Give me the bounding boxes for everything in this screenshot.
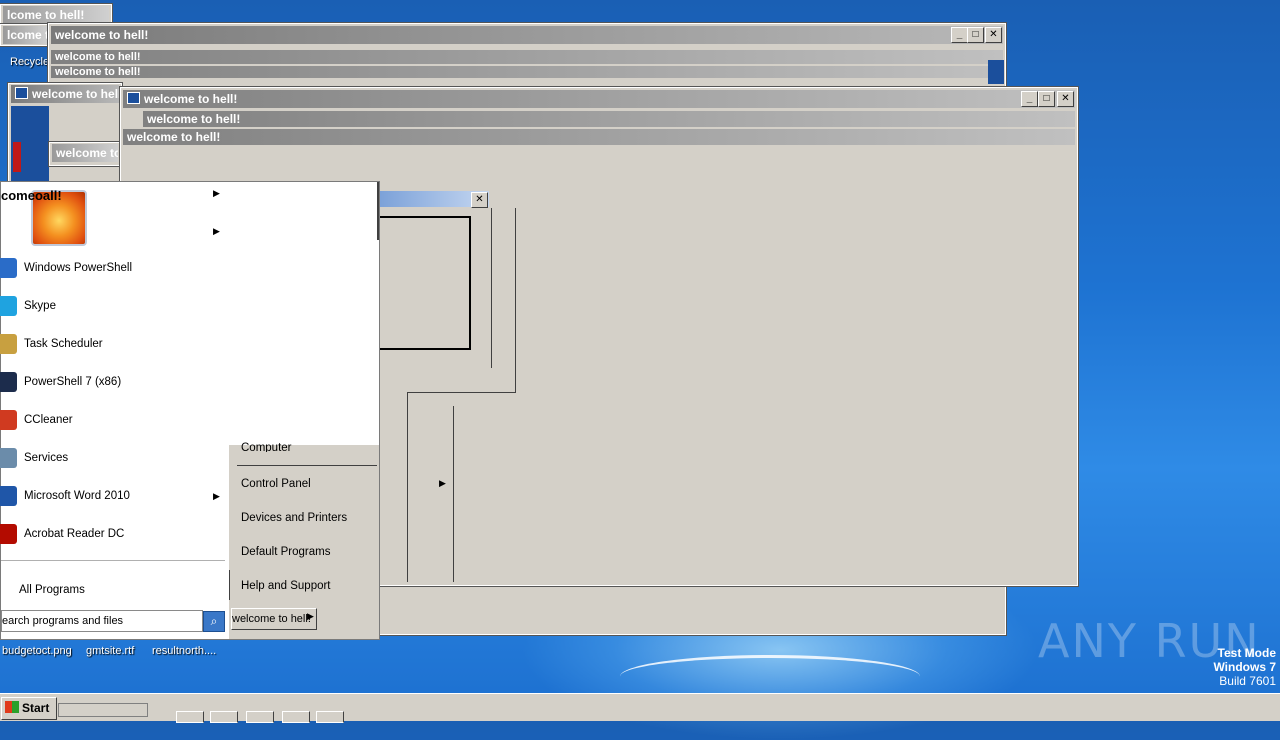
windows-logo-icon [5,701,19,713]
spam-window-title: welcome to hell! [11,85,119,103]
start-menu-item-label: Skype [24,300,56,312]
powershell7-icon [0,372,17,392]
skype-icon [0,296,17,316]
spam-window-small[interactable]: welcome to [48,141,122,167]
main-window-titlebar: welcome to hell! [123,90,1075,108]
start-menu-item[interactable]: PowerShell 7 (x86) [0,364,227,400]
separator [237,465,377,466]
recycle-bin-label[interactable]: Recycle [10,56,49,68]
spam-window-title: welcome to hell! [51,66,1003,78]
desktop-fragment [13,142,21,172]
start-button[interactable]: Start [1,697,57,720]
search-input[interactable]: earch programs and files [1,610,203,632]
separator [1,560,225,561]
start-menu-item-label: Task Scheduler [24,338,103,350]
taskbar-button[interactable] [316,711,344,723]
desktop-file-2[interactable]: gmtsite.rtf [86,645,134,657]
maximize-button[interactable]: □ [1038,91,1055,107]
computer-link[interactable]: Computer [241,442,292,452]
window-edge [377,182,379,244]
wallpaper-streak [620,655,920,698]
spam-window-title: welcome to hell! [143,111,1075,127]
start-menu-item[interactable]: Services [0,440,227,476]
start-menu-item[interactable]: Microsoft Word 2010 ▶ [0,478,227,514]
window-title-text: welcome to hell! [144,92,238,106]
start-menu-item-label: Acrobat Reader DC [24,528,125,540]
help-support-link[interactable]: Help and Support [241,580,331,592]
gears-icon [0,448,17,468]
test-mode-text: Test Mode Windows 7 Build 7601 [1196,646,1276,688]
shutdown-button[interactable]: welcome to hell! [231,608,317,630]
dialog-frame [377,216,471,350]
submenu-arrow-icon: ▶ [213,226,220,236]
submenu-arrow-icon: ▶ [213,491,220,501]
window-edge [407,392,515,393]
window-edge [453,406,454,582]
separator [229,570,230,600]
minimize-button[interactable]: _ [951,27,968,43]
windows-version-line: Windows 7 [1213,660,1276,674]
default-programs-link[interactable]: Default Programs [241,546,330,558]
window-app-icon [127,92,140,104]
window-edge [515,208,516,393]
arrow-right-icon: ▶ [439,478,446,488]
start-menu-item[interactable]: Windows PowerShell [0,250,227,286]
start-menu-item-label: Services [24,452,69,464]
shutdown-label: welcome to hell! [232,613,311,625]
window-title-text: welcome to hell! [32,87,119,101]
spam-window-title: lcome to hell! [3,26,47,44]
devices-printers-link[interactable]: Devices and Printers [241,512,347,524]
close-button[interactable]: ✕ [985,27,1002,43]
start-menu-item-label: PowerShell 7 (x86) [24,376,122,388]
taskbar-button[interactable] [246,711,274,723]
start-label: Start [22,701,50,715]
shutdown-arrow-icon[interactable]: ▶ [307,611,314,622]
minimize-button[interactable]: _ [1021,91,1038,107]
desktop-file-1[interactable]: budgetoct.png [2,645,72,657]
spam-window-2[interactable]: lcome to hell! [0,23,51,47]
search-icon[interactable]: ⌕ [203,611,225,632]
control-panel-link[interactable]: Control Panel [241,478,311,490]
start-menu-item[interactable]: Skype [0,288,227,324]
taskbar: Start [0,693,1280,723]
close-button[interactable]: ✕ [1057,91,1074,107]
build-line: Build 7601 [1219,674,1276,688]
spam-window-title: welcome to hell! [51,50,1003,64]
powershell-icon [0,258,17,278]
start-menu-item-label: Microsoft Word 2010 [24,490,130,502]
window-edge [407,392,408,582]
taskbar-button[interactable] [210,711,238,723]
acrobat-icon [0,524,17,544]
clock-icon [0,334,17,354]
start-menu-item-label: Windows PowerShell [24,262,133,274]
taskbar-button[interactable] [282,711,310,723]
spam-window-title: welcome to [52,144,118,162]
dialog-close-button[interactable]: ✕ [471,192,488,208]
start-menu-item-label: CCleaner [24,414,73,426]
maximize-button[interactable]: □ [967,27,984,43]
ccleaner-icon [0,410,17,430]
submenu-arrow-icon: ▶ [213,188,220,198]
start-menu-item[interactable]: CCleaner [0,402,227,438]
start-menu-item[interactable]: Acrobat Reader DC [0,516,227,552]
spam-window-title: welcome to hell! [51,26,1003,44]
spam-window-title: welcome to hell! [123,129,1075,145]
desktop-fragment [988,60,1004,84]
taskbar-button[interactable] [176,711,204,723]
all-programs-link[interactable]: All Programs [19,584,85,596]
spam-window-left[interactable]: welcome to hell! welcome to [7,82,123,186]
user-name: comeoall! [1,188,62,203]
start-menu-item[interactable]: Task Scheduler [0,326,227,362]
desktop-file-3[interactable]: resultnorth.... [152,645,216,657]
window-edge [491,208,492,368]
window-app-icon [15,87,28,99]
spam-window-title: lcome to hell! [3,6,109,24]
taskbar-item[interactable] [58,703,148,717]
right-pane-blank [229,240,379,445]
word-icon [0,486,17,506]
window-title-text: welcome to hell! [55,28,149,42]
start-menu: comeoall! ▶ ▶ Windows PowerShell Skype Tas… [0,181,380,640]
test-mode-line: Test Mode [1217,646,1276,660]
right-pane-top [229,182,379,240]
